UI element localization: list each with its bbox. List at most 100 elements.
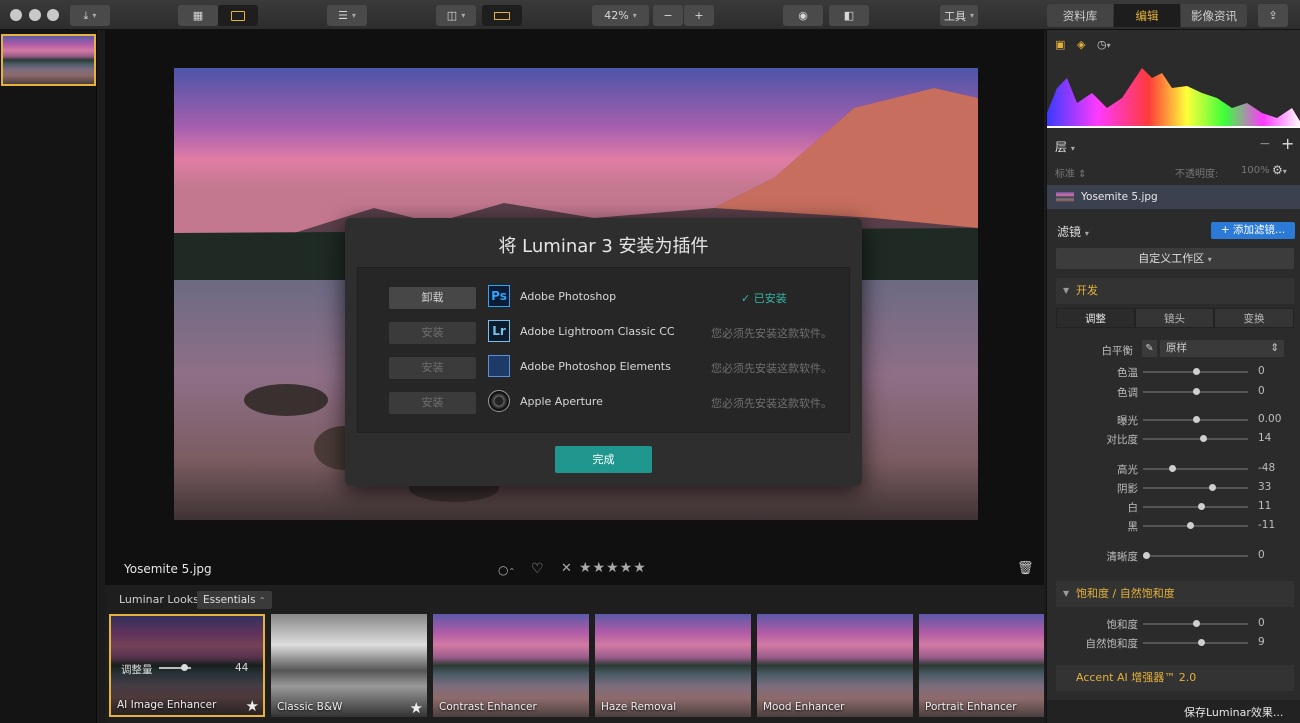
opacity-value[interactable]: 100% bbox=[1241, 165, 1270, 176]
layer-row[interactable]: Yosemite 5.jpg bbox=[1047, 185, 1300, 209]
reject-button[interactable]: ✕ bbox=[561, 561, 572, 576]
slider-track[interactable] bbox=[1143, 620, 1248, 627]
slider-knob[interactable] bbox=[1209, 484, 1216, 491]
look-thumbnail[interactable]: Classic B&W ★ bbox=[271, 614, 427, 717]
minimize-window-button[interactable] bbox=[29, 9, 41, 21]
layers-label: 层 bbox=[1055, 140, 1068, 154]
slider-knob[interactable] bbox=[1200, 435, 1207, 442]
install-button[interactable]: 安装 bbox=[389, 392, 476, 414]
zoom-out-button[interactable]: − bbox=[653, 5, 683, 26]
saturation-section-header[interactable]: ▼ 饱和度 / 自然饱和度 bbox=[1056, 581, 1294, 607]
look-thumbnail[interactable]: Mood Enhancer bbox=[757, 614, 913, 717]
accent-ai-section-header[interactable]: Accent AI 增强器™ 2.0 bbox=[1056, 665, 1294, 691]
layers-icon[interactable]: ◈ bbox=[1077, 38, 1085, 51]
single-image-icon bbox=[231, 10, 245, 21]
compare-button[interactable]: ◧ bbox=[829, 5, 869, 26]
amount-slider[interactable] bbox=[159, 664, 191, 671]
done-button[interactable]: 完成 bbox=[555, 446, 652, 473]
slider-knob[interactable] bbox=[1193, 416, 1200, 423]
star-icon[interactable]: ★ bbox=[246, 697, 259, 715]
photoshop-elements-icon: PSE bbox=[488, 355, 510, 377]
gear-icon[interactable]: ⚙▾ bbox=[1272, 163, 1287, 177]
look-thumbnail[interactable]: 调整量 44 AI Image Enhancer ★ bbox=[109, 614, 265, 717]
single-view-button[interactable] bbox=[218, 5, 258, 26]
amount-value: 44 bbox=[235, 662, 249, 674]
tab-lens[interactable]: 镜头 bbox=[1135, 308, 1214, 328]
slider-track[interactable] bbox=[1143, 639, 1248, 646]
tools-menu[interactable]: 工具 ▾ bbox=[940, 5, 978, 26]
zoom-select[interactable]: 42% ▾ bbox=[592, 5, 649, 26]
zoom-in-button[interactable]: + bbox=[684, 5, 714, 26]
sort-button[interactable]: ☰ ▾ bbox=[327, 5, 367, 26]
histogram bbox=[1047, 68, 1300, 128]
delete-button[interactable]: 🗑 bbox=[1017, 561, 1034, 576]
add-filter-button[interactable]: + 添加滤镜... bbox=[1211, 222, 1295, 239]
look-thumbnail[interactable]: Portrait Enhancer bbox=[919, 614, 1044, 717]
slider-label: 对比度 bbox=[1106, 434, 1139, 446]
slider-track[interactable] bbox=[1143, 552, 1248, 559]
plugin-status: ✓ 已安装 bbox=[741, 292, 787, 305]
gallery-view-button[interactable]: ▦ bbox=[178, 5, 218, 26]
plugin-row-photoshop: 卸载 Ps Adobe Photoshop ✓ 已安装 bbox=[358, 280, 851, 315]
slider-knob[interactable] bbox=[1193, 388, 1200, 395]
workspace-select[interactable]: 自定义工作区 ▾ bbox=[1056, 248, 1294, 269]
tab-library[interactable]: 资料库 bbox=[1047, 4, 1113, 27]
favorite-button[interactable]: ♡ bbox=[531, 561, 544, 577]
look-thumbnail[interactable]: Contrast Enhancer bbox=[433, 614, 589, 717]
star-icon[interactable]: ★ bbox=[410, 699, 423, 717]
tab-adjust[interactable]: 调整 bbox=[1056, 308, 1135, 328]
filters-menu[interactable]: 滤镜 ▾ bbox=[1057, 223, 1089, 240]
slider-track[interactable] bbox=[1143, 465, 1248, 472]
layers-menu[interactable]: 层 ▾ bbox=[1055, 138, 1075, 155]
looks-category-select[interactable]: Essentials ⌃ bbox=[197, 591, 272, 609]
slider-track[interactable] bbox=[1143, 388, 1248, 395]
blend-mode-select[interactable]: 标准 ⇕ bbox=[1055, 165, 1087, 180]
white-balance-select[interactable]: 原样 ⇕ bbox=[1160, 340, 1284, 357]
slider-track[interactable] bbox=[1143, 368, 1248, 375]
slider-track[interactable] bbox=[1143, 435, 1248, 442]
slider-knob[interactable] bbox=[1143, 552, 1150, 559]
eyedropper-icon[interactable]: ✎ bbox=[1142, 340, 1157, 357]
histogram-icon[interactable]: ▣ bbox=[1055, 38, 1065, 51]
color-label-button[interactable]: ○⌃ bbox=[498, 563, 515, 577]
star-rating[interactable]: ★★★★★ bbox=[579, 560, 647, 576]
slider-track[interactable] bbox=[1143, 522, 1248, 529]
minus-icon: − bbox=[663, 9, 673, 22]
import-button[interactable]: ⤓ ▾ bbox=[70, 5, 110, 26]
slider-knob[interactable] bbox=[1198, 639, 1205, 646]
slider-knob[interactable] bbox=[1169, 465, 1176, 472]
history-icon[interactable]: ◷▾ bbox=[1097, 38, 1111, 51]
slider-track[interactable] bbox=[1143, 503, 1248, 510]
slider-label: 高光 bbox=[1117, 464, 1138, 476]
tab-label: 资料库 bbox=[1062, 8, 1098, 23]
slider-track[interactable] bbox=[1143, 484, 1248, 491]
save-looks-button[interactable]: 保存Luminar效果... bbox=[1184, 704, 1283, 720]
slider-track[interactable] bbox=[1143, 416, 1248, 423]
slider-knob[interactable] bbox=[1193, 620, 1200, 627]
tab-label: 编辑 bbox=[1135, 8, 1159, 23]
develop-section-header[interactable]: ▼ 开发 bbox=[1056, 278, 1294, 304]
remove-layer-button[interactable]: − bbox=[1259, 136, 1271, 152]
tab-edit[interactable]: 编辑 bbox=[1114, 4, 1180, 27]
slider-knob[interactable] bbox=[1198, 503, 1205, 510]
zoom-window-button[interactable] bbox=[47, 9, 59, 21]
install-button[interactable]: 安装 bbox=[389, 322, 476, 344]
filmstrip-toggle-button[interactable] bbox=[482, 5, 522, 26]
tab-transform[interactable]: 变换 bbox=[1214, 308, 1294, 328]
filmstrip-thumbnail[interactable] bbox=[1, 34, 96, 86]
trash-icon: 🗑 bbox=[1017, 561, 1034, 576]
plugin-status: 您必须先安装这款软件。 bbox=[711, 327, 832, 340]
uninstall-button[interactable]: 卸载 bbox=[389, 287, 476, 309]
close-window-button[interactable] bbox=[10, 9, 22, 21]
look-thumbnail[interactable]: Haze Removal bbox=[595, 614, 751, 717]
preview-button[interactable]: ◉ bbox=[783, 5, 823, 26]
share-button[interactable]: ⇪ bbox=[1258, 4, 1288, 27]
collapse-icon: ▼ bbox=[1063, 589, 1070, 598]
install-button[interactable]: 安装 bbox=[389, 357, 476, 379]
tab-image-info[interactable]: 影像资讯 bbox=[1181, 4, 1247, 27]
slider-knob[interactable] bbox=[1193, 368, 1200, 375]
slider-knob[interactable] bbox=[1187, 522, 1194, 529]
image-info-bar: Yosemite 5.jpg ○⌃ ♡ ✕ ★★★★★ 🗑 bbox=[105, 555, 1044, 585]
sidebar-toggle-button[interactable]: ◫ ▾ bbox=[436, 5, 476, 26]
add-layer-button[interactable]: + bbox=[1281, 134, 1294, 153]
